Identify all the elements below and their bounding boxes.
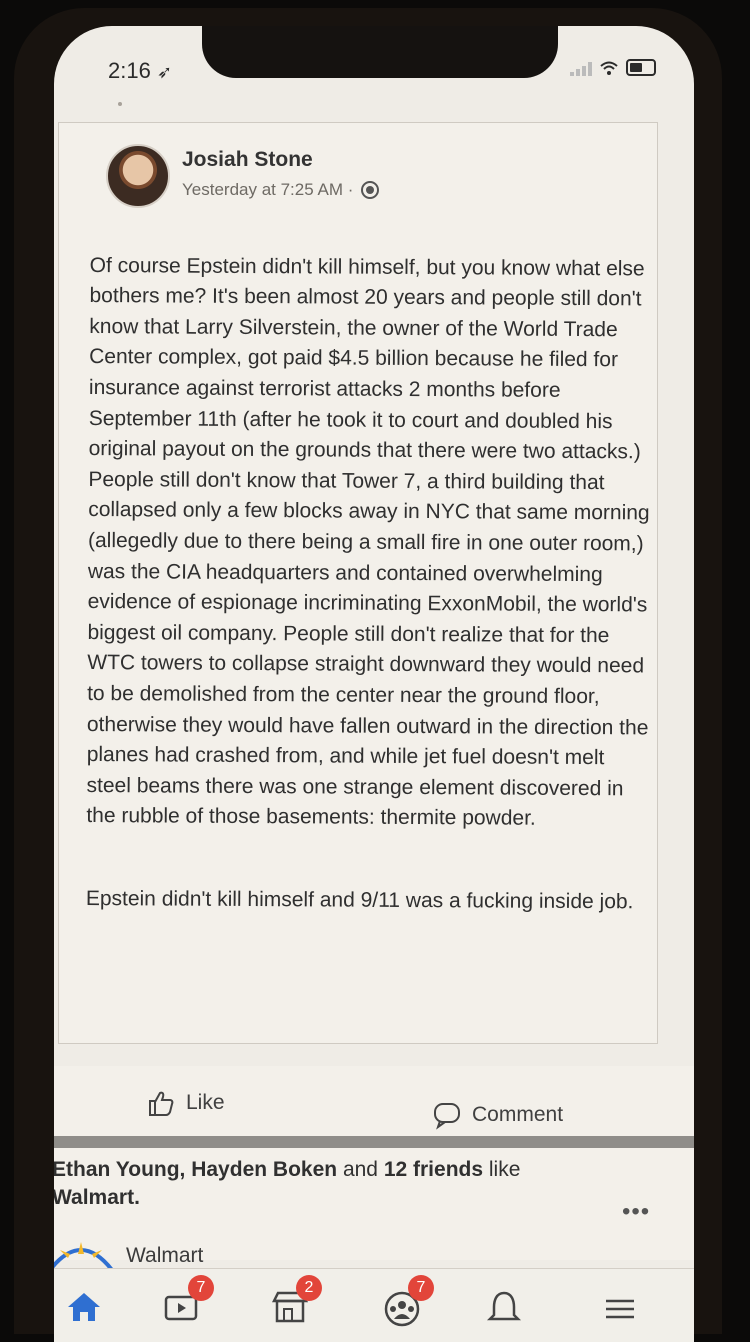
comment-button[interactable]: Comment: [432, 1100, 563, 1130]
marketplace-badge: 2: [296, 1275, 322, 1301]
friend-count[interactable]: 12 friends: [384, 1158, 483, 1181]
avatar[interactable]: [106, 144, 170, 208]
post-actions: Like Comment: [54, 1066, 694, 1142]
friends-and: and: [342, 1158, 378, 1181]
phone-screen: 2:16 ➶ Josiah Stone Yesterday at 7:25 AM…: [54, 26, 694, 1342]
comment-bubble-icon: [434, 1103, 460, 1130]
status-time: 2:16 ➶: [108, 58, 172, 84]
like-button[interactable]: Like: [146, 1088, 225, 1118]
menu-icon: [606, 1299, 634, 1319]
friends-like: like: [488, 1158, 521, 1181]
post-body: Of course Epstein didn't kill himself, b…: [85, 220, 654, 971]
post-paragraph-1: Of course Epstein didn't kill himself, b…: [86, 253, 650, 831]
phone-frame: 2:16 ➶ Josiah Stone Yesterday at 7:25 AM…: [14, 8, 722, 1342]
social-context: Ethan Young, Hayden Boken and 12 friends…: [54, 1148, 694, 1272]
post-author[interactable]: Josiah Stone: [182, 148, 313, 172]
battery-icon: [626, 59, 656, 76]
globe-icon: [361, 181, 380, 199]
comment-label: Comment: [472, 1103, 564, 1126]
tab-menu[interactable]: [598, 1287, 642, 1327]
friends-like-text[interactable]: Ethan Young, Hayden Boken and 12 friends…: [54, 1156, 612, 1212]
bottom-tab-bar: 7 2 7: [54, 1268, 694, 1342]
wifi-icon: [600, 61, 618, 75]
like-thumb-icon: [149, 1091, 174, 1116]
liked-page[interactable]: Walmart.: [54, 1186, 140, 1209]
post-meta: Yesterday at 7:25 AM ·: [182, 180, 380, 200]
clock: 2:16: [108, 58, 151, 83]
tab-home[interactable]: [62, 1287, 106, 1327]
post-paragraph-2: Epstein didn't kill himself and 9/11 was…: [85, 887, 634, 914]
tab-notifications[interactable]: [482, 1287, 526, 1327]
status-icons: [570, 59, 656, 76]
location-arrow-icon: ➶: [156, 62, 173, 82]
bell-icon: [486, 1291, 522, 1321]
groups-badge: 7: [408, 1275, 434, 1301]
home-icon: [68, 1293, 100, 1321]
section-separator: [54, 1136, 694, 1148]
divider-dot: [118, 102, 122, 106]
walmart-logo[interactable]: [54, 1238, 114, 1272]
notch: [202, 26, 558, 78]
post-timestamp[interactable]: Yesterday at 7:25 AM ·: [182, 180, 353, 200]
more-dots-icon[interactable]: •••: [622, 1198, 650, 1226]
tab-watch[interactable]: 7: [160, 1275, 214, 1327]
tab-marketplace[interactable]: 2: [268, 1275, 322, 1327]
page-name[interactable]: Walmart: [126, 1244, 203, 1268]
like-label: Like: [186, 1091, 225, 1114]
friend-names[interactable]: Ethan Young, Hayden Boken: [54, 1158, 337, 1181]
signal-icon: [570, 60, 592, 76]
watch-badge: 7: [188, 1275, 214, 1301]
tab-groups[interactable]: 7: [380, 1275, 434, 1327]
